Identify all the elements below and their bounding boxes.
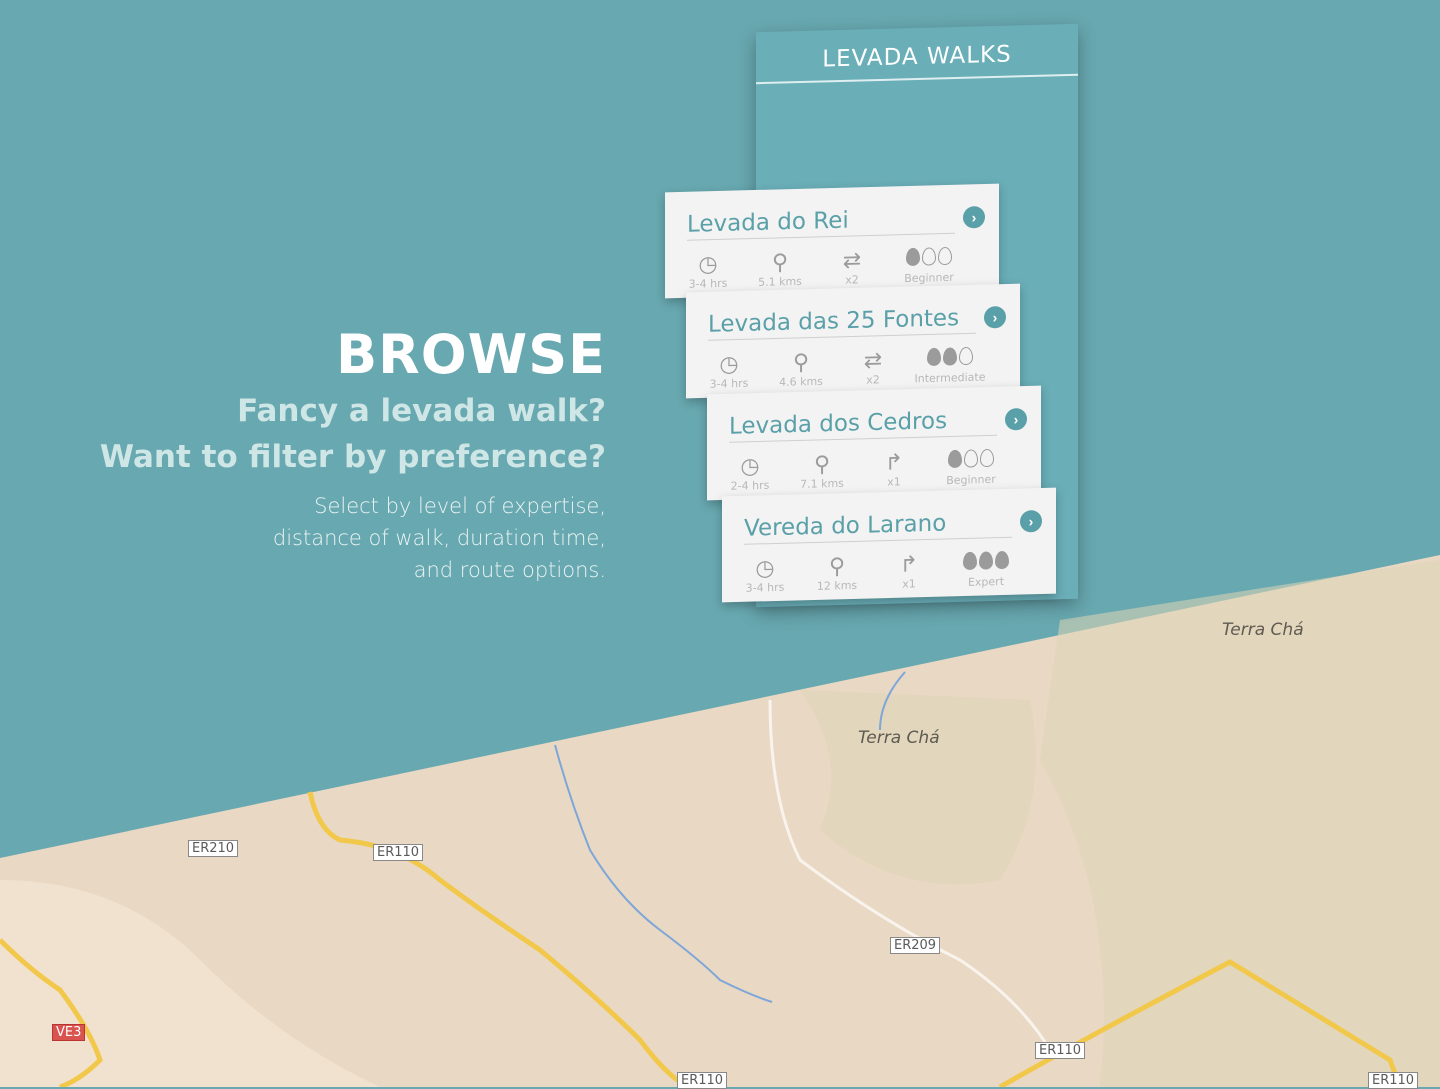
distance-value: 4.6 kms xyxy=(779,374,823,389)
duration-stat: ◷ 2-4 hrs xyxy=(715,452,785,493)
difficulty-drops xyxy=(946,548,1026,576)
map-pin-icon: ⚲ xyxy=(771,249,789,275)
map-pin-icon: ⚲ xyxy=(828,553,846,579)
map-place-label: Terra Chá xyxy=(858,728,940,748)
distance-stat: ⚲ 4.6 kms xyxy=(766,348,836,389)
chevron-right-icon[interactable]: › xyxy=(984,305,1006,329)
chevron-right-icon[interactable]: › xyxy=(963,205,985,229)
water-drop-icon xyxy=(943,347,957,366)
walk-card[interactable]: Levada das 25 Fontes › ◷ 3-4 hrs ⚲ 4.6 k… xyxy=(686,283,1020,399)
level-value: Expert xyxy=(967,574,1005,589)
hero-desc-line: Select by level of expertise, xyxy=(314,494,606,518)
water-drop-icon xyxy=(964,449,978,468)
road-label: ER110 xyxy=(1368,1072,1419,1089)
clock-icon: ◷ xyxy=(698,250,718,277)
walk-name: Levada das 25 Fontes xyxy=(708,305,960,338)
route-value: x2 xyxy=(866,373,880,387)
map-pin-icon: ⚲ xyxy=(792,349,810,375)
difficulty-drops xyxy=(910,344,990,372)
duration-value: 3-4 hrs xyxy=(745,580,785,595)
walk-name: Levada do Rei xyxy=(687,207,849,238)
duration-value: 2-4 hrs xyxy=(730,478,770,493)
map-pin-icon: ⚲ xyxy=(813,451,831,477)
road-label: ER110 xyxy=(1035,1042,1086,1059)
hero-section: BROWSE Fancy a levada walk? Want to filt… xyxy=(0,322,606,586)
clock-icon: ◷ xyxy=(719,350,739,377)
level-value: Beginner xyxy=(904,270,954,286)
map-place-label: Terra Chá xyxy=(1222,620,1304,640)
level-stat: Beginner xyxy=(889,244,969,285)
hero-desc-line: distance of walk, duration time, xyxy=(272,526,606,550)
water-drop-icon xyxy=(995,550,1009,570)
difficulty-drops xyxy=(889,244,969,272)
route-stat: ⇄ x2 xyxy=(838,347,908,388)
walk-name: Levada dos Cedros xyxy=(729,408,948,440)
route-value: x1 xyxy=(887,475,901,489)
water-drop-icon xyxy=(906,247,920,267)
app-title: LEVADA WALKS xyxy=(822,41,1012,73)
hero-subtitle-2: Want to filter by preference? xyxy=(99,439,606,475)
distance-value: 12 kms xyxy=(816,578,858,593)
route-stat: ⇄ x2 xyxy=(817,247,887,288)
water-drop-icon xyxy=(959,346,973,366)
chevron-right-icon[interactable]: › xyxy=(1005,407,1027,431)
water-drop-icon xyxy=(948,449,962,469)
level-stat: Intermediate xyxy=(910,344,990,385)
water-drop-icon xyxy=(938,246,952,266)
water-drop-icon xyxy=(963,551,977,571)
distance-value: 7.1 kms xyxy=(800,476,844,491)
route-stat: ↱ x1 xyxy=(859,449,929,490)
route-value: x2 xyxy=(845,273,859,287)
distance-stat: ⚲ 7.1 kms xyxy=(787,450,857,491)
road-label: ER110 xyxy=(677,1072,728,1089)
duration-stat: ◷ 3-4 hrs xyxy=(730,554,800,595)
one-way-icon: ↱ xyxy=(884,449,904,475)
route-stat: ↱ x1 xyxy=(874,551,944,592)
hero-desc-line: and route options. xyxy=(413,558,606,582)
road-label: ER110 xyxy=(373,844,424,861)
water-drop-icon xyxy=(927,347,941,367)
hero-title: BROWSE xyxy=(336,323,606,386)
hero-description: Select by level of expertise, distance o… xyxy=(0,490,606,586)
walk-card[interactable]: Levada dos Cedros › ◷ 2-4 hrs ⚲ 7.1 kms … xyxy=(707,385,1041,501)
water-drop-icon xyxy=(922,247,936,266)
distance-stat: ⚲ 5.1 kms xyxy=(745,248,815,289)
route-value: x1 xyxy=(902,577,916,591)
clock-icon: ◷ xyxy=(755,554,775,581)
distance-stat: ⚲ 12 kms xyxy=(802,552,872,593)
level-value: Intermediate xyxy=(914,370,986,386)
hero-subtitle-1: Fancy a levada walk? xyxy=(237,393,606,429)
walk-card[interactable]: Levada do Rei › ◷ 3-4 hrs ⚲ 5.1 kms ⇄ x2… xyxy=(665,183,999,299)
difficulty-drops xyxy=(931,446,1011,474)
level-value: Beginner xyxy=(946,472,996,488)
clock-icon: ◷ xyxy=(740,452,760,479)
loop-icon: ⇄ xyxy=(842,247,862,273)
level-stat: Expert xyxy=(946,548,1026,589)
chevron-right-icon[interactable]: › xyxy=(1020,509,1042,533)
road-label: ER210 xyxy=(188,840,239,857)
walk-card[interactable]: Vereda do Larano › ◷ 3-4 hrs ⚲ 12 kms ↱ … xyxy=(722,487,1056,603)
duration-value: 3-4 hrs xyxy=(709,376,749,391)
duration-stat: ◷ 3-4 hrs xyxy=(694,350,764,391)
duration-stat: ◷ 3-4 hrs xyxy=(673,250,743,291)
app-title-divider xyxy=(756,73,1078,85)
water-drop-icon xyxy=(980,448,994,468)
walk-name: Vereda do Larano xyxy=(744,510,947,542)
loop-icon: ⇄ xyxy=(863,347,883,373)
water-drop-icon xyxy=(979,551,993,570)
level-stat: Beginner xyxy=(931,446,1011,487)
duration-value: 3-4 hrs xyxy=(688,276,728,291)
road-label: ER209 xyxy=(890,937,941,954)
one-way-icon: ↱ xyxy=(899,551,919,577)
road-label: VE3 xyxy=(52,1024,86,1041)
distance-value: 5.1 kms xyxy=(758,274,802,289)
